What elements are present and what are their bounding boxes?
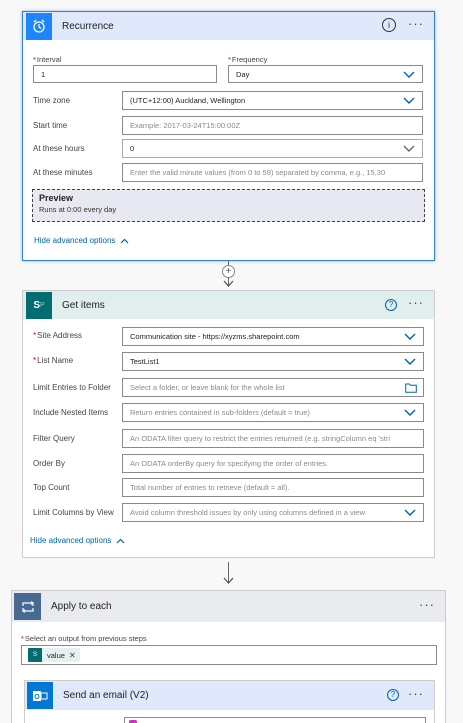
value-token[interactable]: S value ✕ — [28, 648, 80, 662]
include-nested-items-dropdown[interactable]: Return entries contained in sub-folders … — [122, 403, 424, 422]
include-nested-items-label: Include Nested Items — [33, 408, 109, 417]
chevron-down-icon — [403, 145, 415, 152]
site-address-label: *Site Address — [33, 331, 83, 340]
hide-advanced-options-link[interactable]: Hide advanced options — [30, 536, 125, 545]
arrow-down-icon — [223, 280, 234, 287]
limit-entries-label: Limit Entries to Folder — [33, 383, 111, 392]
at-these-hours-label: At these hours — [33, 144, 85, 153]
frequency-dropdown[interactable]: Day — [228, 65, 423, 83]
recurrence-title: Recurrence — [62, 20, 114, 32]
email-field-peek — [124, 717, 426, 723]
send-email-header[interactable]: O Send an email (V2) ? ··· — [25, 681, 434, 710]
chevron-down-icon — [404, 409, 416, 416]
sharepoint-icon: S — [28, 648, 42, 662]
chevron-down-icon — [404, 333, 416, 340]
top-count-input[interactable]: Total number of entries to retrieve (def… — [122, 478, 424, 497]
filter-query-input[interactable]: An ODATA filter query to restrict the en… — [122, 429, 424, 448]
apply-to-each-header[interactable]: Apply to each ··· — [12, 591, 445, 622]
time-zone-label: Time zone — [33, 96, 71, 105]
more-options-icon[interactable]: ··· — [419, 598, 435, 611]
filter-query-label: Filter Query — [33, 434, 75, 443]
chevron-down-icon — [403, 97, 415, 104]
help-icon[interactable]: ? — [387, 689, 399, 701]
top-count-label: Top Count — [33, 483, 70, 492]
time-zone-dropdown[interactable]: (UTC+12:00) Auckland, Wellington — [122, 91, 423, 110]
loop-icon — [14, 593, 41, 620]
start-time-label: Start time — [33, 121, 68, 130]
send-email-card: O Send an email (V2) ? ··· — [24, 680, 435, 723]
svg-text:O: O — [34, 694, 40, 701]
get-items-header[interactable]: SP Get items ? ··· — [23, 291, 434, 319]
preview-text: Runs at 0:00 every day — [39, 205, 117, 214]
get-items-title: Get items — [62, 299, 105, 311]
get-items-card: SP Get items ? ··· *Site Address Communi… — [22, 290, 435, 558]
at-these-minutes-label: At these minutes — [33, 168, 93, 177]
info-icon[interactable]: i — [382, 18, 396, 32]
at-these-hours-dropdown[interactable]: 0 — [122, 139, 423, 158]
recurrence-card: Recurrence i ··· *Interval 1 *Frequency … — [22, 11, 435, 261]
interval-input[interactable]: 1 — [33, 65, 217, 83]
chevron-down-icon — [403, 71, 415, 78]
start-time-input[interactable]: Example: 2017-03-24T15:00:00Z — [122, 116, 423, 135]
apply-to-each-card: Apply to each ··· *Select an output from… — [11, 590, 446, 723]
chevron-up-icon — [120, 238, 129, 243]
list-name-label: *List Name — [33, 356, 74, 365]
add-step-icon[interactable]: + — [222, 265, 235, 278]
folder-icon[interactable] — [405, 383, 417, 393]
sharepoint-icon: SP — [26, 291, 52, 319]
more-options-icon[interactable]: ··· — [408, 687, 424, 700]
value-token-label: value — [47, 650, 65, 660]
hide-advanced-options-link[interactable]: Hide advanced options — [34, 236, 129, 245]
more-options-icon[interactable]: ··· — [408, 17, 424, 30]
alarm-clock-icon — [26, 12, 52, 40]
send-email-title: Send an email (V2) — [63, 690, 149, 701]
apply-to-each-title: Apply to each — [51, 601, 112, 612]
order-by-input[interactable]: An ODATA orderBy query for specifying th… — [122, 454, 424, 473]
more-options-icon[interactable]: ··· — [408, 296, 424, 309]
chevron-down-icon — [404, 358, 416, 365]
list-name-dropdown[interactable]: TestList1 — [122, 352, 424, 371]
chevron-up-icon — [116, 538, 125, 543]
order-by-label: Order By — [33, 459, 66, 468]
at-these-minutes-input[interactable]: Enter the valid minute values (from 0 to… — [122, 163, 423, 182]
outlook-icon: O — [27, 682, 53, 709]
recurrence-header[interactable]: Recurrence i ··· — [23, 12, 434, 40]
site-address-dropdown[interactable]: Communication site - https://xyzms.share… — [122, 327, 424, 346]
interval-label: *Interval — [33, 55, 62, 64]
help-icon[interactable]: ? — [385, 299, 397, 311]
limit-columns-label: Limit Columns by View — [33, 508, 114, 517]
limit-entries-folder-picker[interactable]: Select a folder, or leave blank for the … — [122, 378, 424, 397]
arrow-down-icon — [223, 577, 234, 584]
frequency-label: *Frequency — [228, 55, 268, 64]
select-output-input[interactable]: S value ✕ — [21, 645, 437, 665]
limit-columns-dropdown[interactable]: Avoid column threshold issues by only us… — [122, 503, 424, 522]
preview-title: Preview — [39, 193, 74, 203]
select-output-label: *Select an output from previous steps — [21, 634, 147, 643]
chevron-down-icon — [404, 509, 416, 516]
preview-box: Preview Runs at 0:00 every day — [32, 189, 425, 222]
token-remove-icon[interactable]: ✕ — [69, 651, 80, 660]
